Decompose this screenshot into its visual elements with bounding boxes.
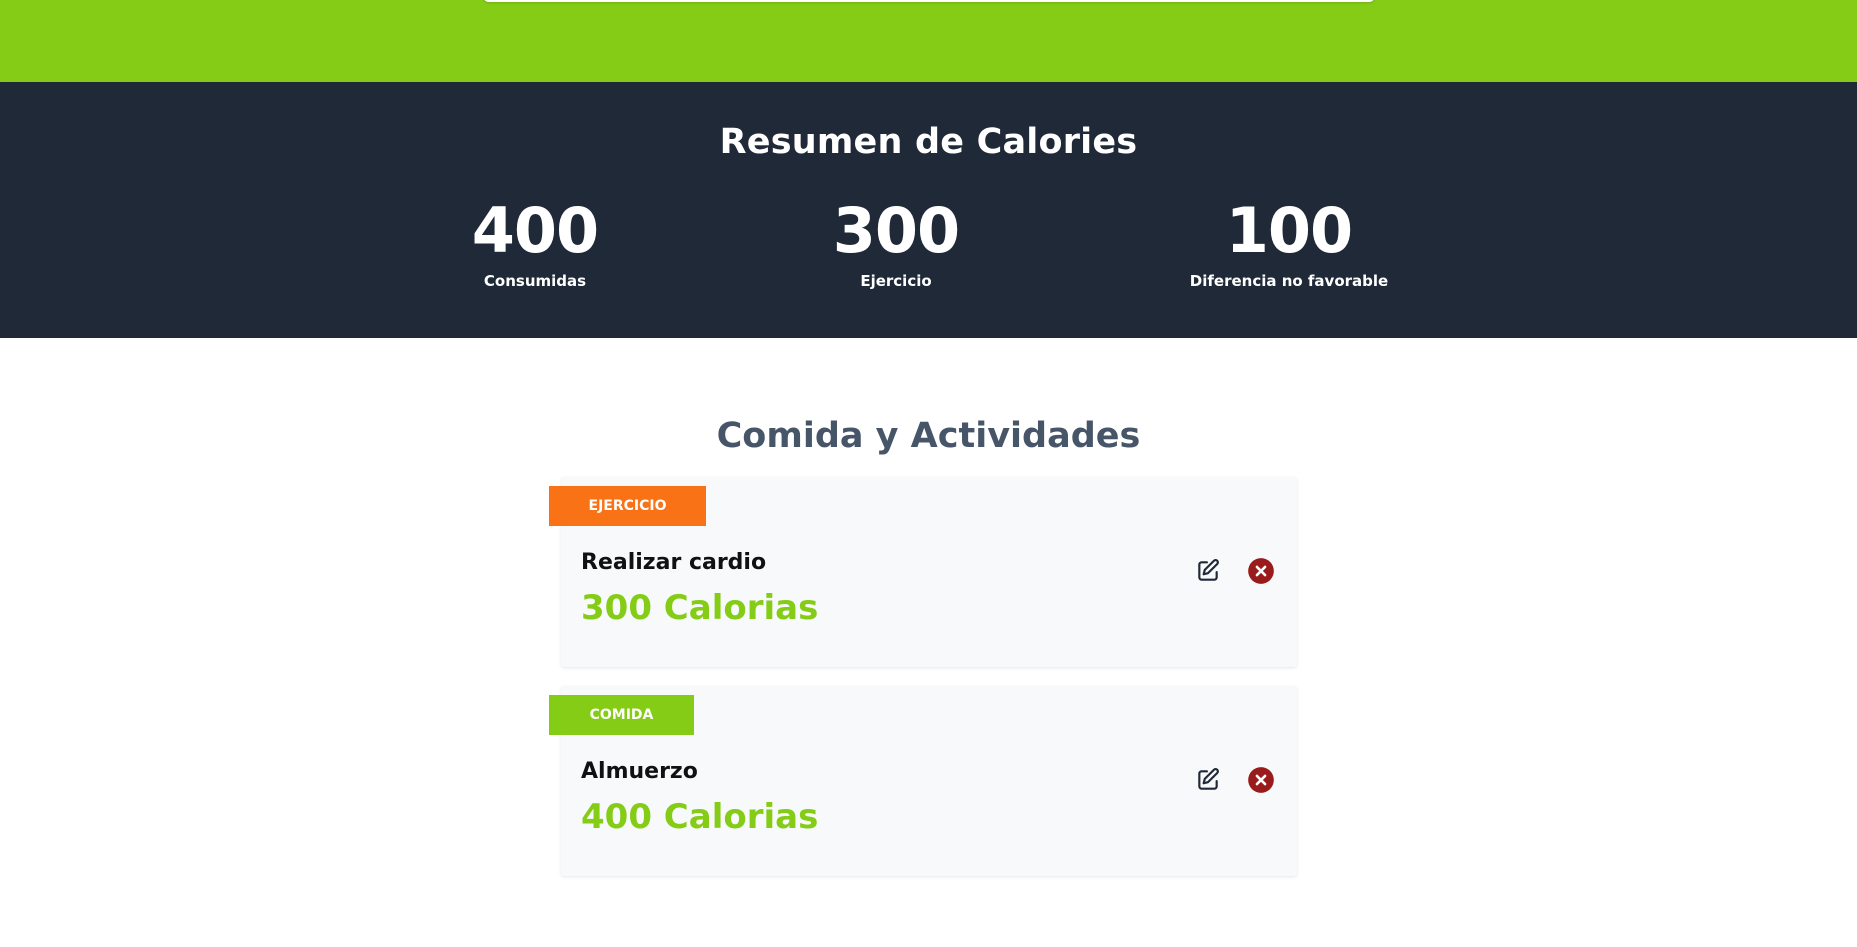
stat-difference-value: 100 xyxy=(1225,194,1353,267)
form-card-edge xyxy=(483,0,1375,2)
stat-exercise: 300 Ejercicio xyxy=(731,194,1061,291)
activity-card: Comida Almuerzo 400 Calorias xyxy=(549,686,1297,876)
activity-name: Realizar cardio xyxy=(581,550,767,575)
stat-difference-label: Diferencia no favorable xyxy=(1189,272,1389,290)
x-circle-icon xyxy=(1248,767,1274,793)
pencil-square-icon xyxy=(1198,559,1219,581)
stat-consumed-label: Consumidas xyxy=(483,272,587,290)
activity-card: Ejercicio Realizar cardio 300 Calorias xyxy=(549,477,1297,667)
calorie-summary: Resumen de Calories 400 Consumidas 300 E… xyxy=(0,82,1857,338)
pencil-square-icon xyxy=(1198,768,1219,790)
stat-consumed: 400 Consumidas xyxy=(370,194,700,291)
summary-title: Resumen de Calories xyxy=(719,122,1138,162)
header-band xyxy=(0,0,1857,82)
stat-exercise-label: Ejercicio xyxy=(860,272,932,290)
stat-difference: 100 Diferencia no favorable xyxy=(1124,194,1454,291)
delete-button[interactable] xyxy=(1246,556,1276,586)
x-circle-icon xyxy=(1248,558,1274,584)
activity-calories: 400 Calorias xyxy=(581,797,819,837)
delete-button[interactable] xyxy=(1246,765,1276,795)
category-tag: Ejercicio xyxy=(549,486,706,526)
activities-title: Comida y Actividades xyxy=(716,416,1141,456)
category-tag: Comida xyxy=(549,695,694,735)
activity-name: Almuerzo xyxy=(581,759,698,784)
stat-exercise-value: 300 xyxy=(832,194,960,267)
edit-button[interactable] xyxy=(1193,556,1223,586)
stat-consumed-value: 400 xyxy=(471,194,599,267)
activity-calories: 300 Calorias xyxy=(581,588,819,628)
edit-button[interactable] xyxy=(1193,765,1223,795)
